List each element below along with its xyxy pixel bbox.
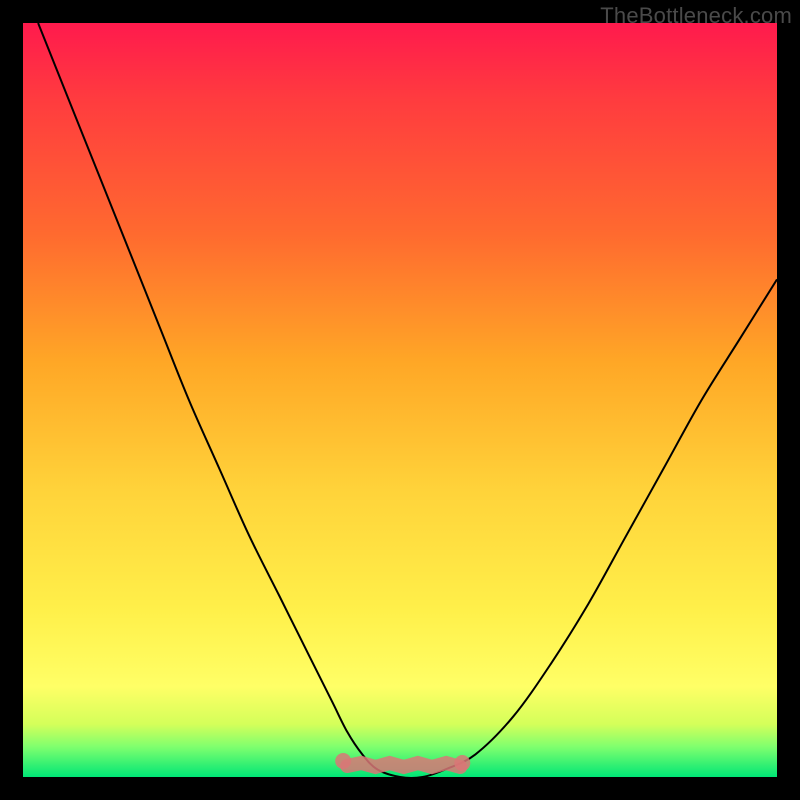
chart-plot-area bbox=[23, 23, 777, 777]
bottleneck-curve bbox=[38, 23, 777, 777]
watermark-text: TheBottleneck.com bbox=[600, 3, 792, 29]
chart-svg bbox=[23, 23, 777, 777]
optimal-range-strip bbox=[347, 763, 460, 767]
